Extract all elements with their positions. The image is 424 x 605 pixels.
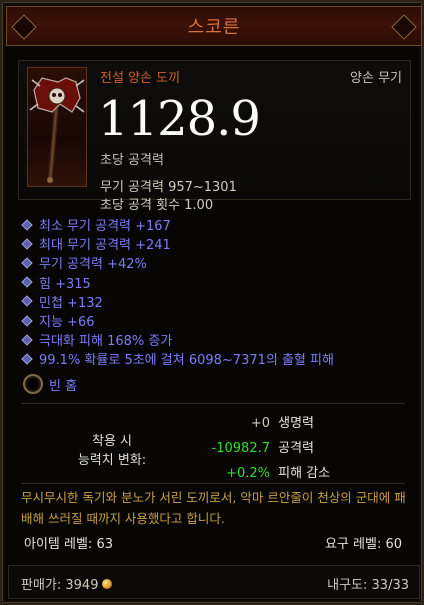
affix-item: 힘 +315 [21,273,334,292]
item-header: 전설 양손 도끼 양손 무기 1128.9 초당 공격력 무기 공격력 957~… [18,60,411,200]
affix-bullet-icon [21,257,33,269]
slot-label: 양손 무기 [350,71,402,86]
affix-bullet-icon [21,353,33,365]
battle-axe-icon [29,77,85,183]
affix-bullet-icon [21,295,33,308]
empty-socket-icon [23,374,43,394]
rarity-type: 전설 양손 도끼 [100,71,181,86]
socket-label: 빈 홈 [49,378,78,394]
required-level: 요구 레벨: 60 [324,537,402,552]
tooltip-footer: 판매가: 3949 내구도: 33/33 [8,565,420,599]
compare-row-reduction: +0.2% 피해 감소 [226,466,331,481]
attack-speed: 초당 공격 횟수 1.00 [100,198,214,213]
dps-value: 1128.9 [98,91,261,147]
affix-list: 최소 무기 공격력 +167 최대 무기 공격력 +241 무기 공격력 +42… [21,215,334,369]
affix-item: 민첩 +132 [21,292,334,311]
divider [21,483,405,484]
affix-item: 최대 무기 공격력 +241 [21,234,334,253]
sell-price: 판매가: 3949 [21,574,113,593]
compare-row-damage: -10982.7 공격력 [211,441,315,456]
affix-bullet-icon [21,276,33,288]
affix-item: 무기 공격력 +42% [21,253,334,272]
affix-bullet-icon [21,314,33,327]
compare-label: 착용 시 능력치 변화: [62,432,162,470]
gold-coin-icon [102,578,113,589]
socket-row: 빈 홈 [23,374,77,394]
item-level: 아이템 레벨: 63 [24,537,113,552]
affix-item: 99.1% 확률로 5초에 걸쳐 6098~7371의 출혈 피해 [21,349,334,368]
compare-label-line: 능력치 변화: [77,453,147,468]
title-bar: 스코른 [6,6,422,46]
divider [21,403,405,404]
compare-label-line: 착용 시 [91,434,132,449]
affix-bullet-icon [21,334,33,346]
dps-label: 초당 공격력 [100,153,164,168]
compare-row-life: +0 생명력 [250,416,315,431]
affix-bullet-icon [21,218,33,231]
durability: 내구도: 33/33 [327,578,409,593]
item-name: 스코른 [187,17,241,38]
flavor-text: 무시무시한 독기와 분노가 서린 도끼로서, 악마 르안줄이 천상의 군대에 패… [21,490,406,526]
affix-bullet-icon [21,238,33,250]
item-tooltip: 스코른 전설 양손 도끼 양손 무기 1128.9 초당 공격력 무기 공격력 … [0,0,424,605]
affix-item: 극대화 피해 168% 증가 [21,330,334,349]
affix-item: 지능 +66 [21,311,334,330]
item-icon-frame [27,67,87,187]
affix-item: 최소 무기 공격력 +167 [21,215,334,234]
weapon-damage: 무기 공격력 957~1301 [100,180,237,195]
